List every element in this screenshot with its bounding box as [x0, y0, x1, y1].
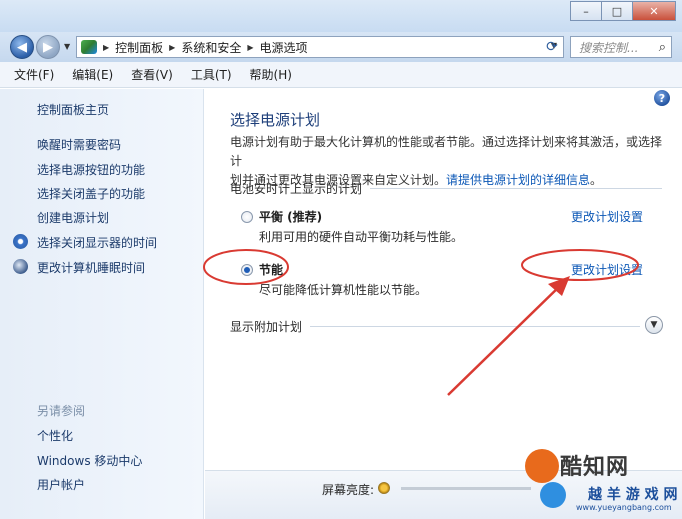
sleep-icon	[13, 259, 28, 274]
sidebar-link-create-plan[interactable]: 创建电源计划	[37, 209, 109, 226]
minimize-button[interactable]: –	[570, 1, 602, 21]
sidebar: 控制面板主页 唤醒时需要密码 选择电源按钮的功能 选择关闭盖子的功能 创建电源计…	[0, 89, 204, 519]
watermark-brand-2: 越 羊 游 戏 网	[588, 487, 678, 503]
watermark: 酷知网 越 羊 游 戏 网 www.yueyangbang.com	[520, 445, 682, 519]
chevron-right-icon[interactable]: ▶	[247, 43, 253, 52]
search-icon[interactable]: ⌕	[659, 40, 666, 55]
battery-plans-section: 电池安时计上显示的计划	[230, 180, 662, 196]
brightness-label: 屏幕亮度:	[322, 483, 375, 497]
window-controls: – □ ✕	[570, 1, 676, 21]
plan-name-balanced[interactable]: 平衡 (推荐)	[259, 208, 322, 225]
recent-pages-dropdown-icon[interactable]: ▼	[64, 42, 70, 51]
watermark-brand: 酷知网	[560, 455, 630, 480]
forward-button[interactable]: ▶	[36, 35, 60, 59]
menu-file[interactable]: 文件(F)	[14, 66, 54, 83]
radio-power-saver[interactable]	[241, 264, 253, 276]
watermark-logo2-icon	[540, 482, 566, 508]
control-panel-icon	[81, 40, 97, 54]
search-input[interactable]: 搜索控制...	[579, 39, 638, 56]
menu-view[interactable]: 查看(V)	[131, 66, 173, 83]
section-divider	[370, 187, 662, 189]
title-bar: – □ ✕	[0, 0, 682, 32]
navigation-bar: ◀ ▶ ▼ ▶ 控制面板 ▶ 系统和安全 ▶ 电源选项 ▼ ⟳ 搜索控制... …	[0, 32, 682, 62]
breadcrumb-control-panel[interactable]: 控制面板	[115, 39, 163, 56]
brightness-slider[interactable]	[401, 487, 531, 490]
chevron-right-icon[interactable]: ▶	[169, 43, 175, 52]
page-title: 选择电源计划	[230, 111, 321, 129]
breadcrumb-system-security[interactable]: 系统和安全	[181, 39, 241, 56]
chevron-down-icon[interactable]: ▼	[645, 316, 663, 334]
watermark-url: www.yueyangbang.com	[576, 503, 672, 512]
sidebar-link-personalization[interactable]: 个性化	[37, 427, 73, 444]
menu-tools[interactable]: 工具(T)	[191, 66, 232, 83]
back-button[interactable]: ◀	[10, 35, 34, 59]
sidebar-link-power-button[interactable]: 选择电源按钮的功能	[37, 161, 145, 178]
change-plan-settings-balanced[interactable]: 更改计划设置	[571, 208, 643, 225]
search-box[interactable]: 搜索控制... ⌕	[570, 36, 672, 58]
brightness-sun-icon	[378, 482, 390, 494]
watermark-logo-icon	[525, 449, 559, 483]
help-icon[interactable]: ?	[654, 90, 670, 106]
display-icon	[13, 234, 28, 249]
refresh-icon[interactable]: ⟳	[540, 36, 564, 58]
sidebar-link-control-panel-home[interactable]: 控制面板主页	[37, 101, 109, 118]
radio-balanced[interactable]	[241, 211, 253, 223]
menu-help[interactable]: 帮助(H)	[250, 66, 292, 83]
maximize-button[interactable]: □	[601, 1, 633, 21]
sidebar-link-sleep-time[interactable]: 更改计算机睡眠时间	[37, 259, 145, 276]
section-label: 电池安时计上显示的计划	[230, 181, 363, 196]
sidebar-link-lid-close[interactable]: 选择关闭盖子的功能	[37, 185, 145, 202]
menu-bar: 文件(F) 编辑(E) 查看(V) 工具(T) 帮助(H)	[0, 62, 682, 88]
section-label[interactable]: 显示附加计划	[230, 318, 302, 335]
additional-plans-section[interactable]: 显示附加计划	[230, 318, 640, 334]
breadcrumb-power-options[interactable]: 电源选项	[260, 39, 308, 56]
sidebar-link-wake-password[interactable]: 唤醒时需要密码	[37, 136, 121, 153]
plan-desc-balanced: 利用可用的硬件自动平衡功耗与性能。	[259, 230, 464, 244]
sidebar-link-display-off[interactable]: 选择关闭显示器的时间	[37, 234, 157, 251]
close-button[interactable]: ✕	[632, 1, 676, 21]
plan-desc-power-saver: 尽可能降低计算机性能以节能。	[259, 283, 428, 297]
section-divider	[310, 325, 640, 327]
intro-line-1: 电源计划有助于最大化计算机的性能或者节能。通过选择计划来将其激活，或选择计	[230, 135, 663, 168]
sidebar-link-user-accounts[interactable]: 用户帐户	[37, 476, 85, 493]
change-plan-settings-power-saver[interactable]: 更改计划设置	[571, 261, 643, 278]
plan-name-power-saver[interactable]: 节能	[259, 261, 283, 278]
chevron-right-icon[interactable]: ▶	[103, 43, 109, 52]
see-also-heading: 另请参阅	[37, 404, 86, 418]
sidebar-link-mobility-center[interactable]: Windows 移动中心	[37, 452, 142, 469]
address-bar[interactable]: ▶ 控制面板 ▶ 系统和安全 ▶ 电源选项 ▼	[76, 36, 564, 58]
menu-edit[interactable]: 编辑(E)	[72, 66, 113, 83]
